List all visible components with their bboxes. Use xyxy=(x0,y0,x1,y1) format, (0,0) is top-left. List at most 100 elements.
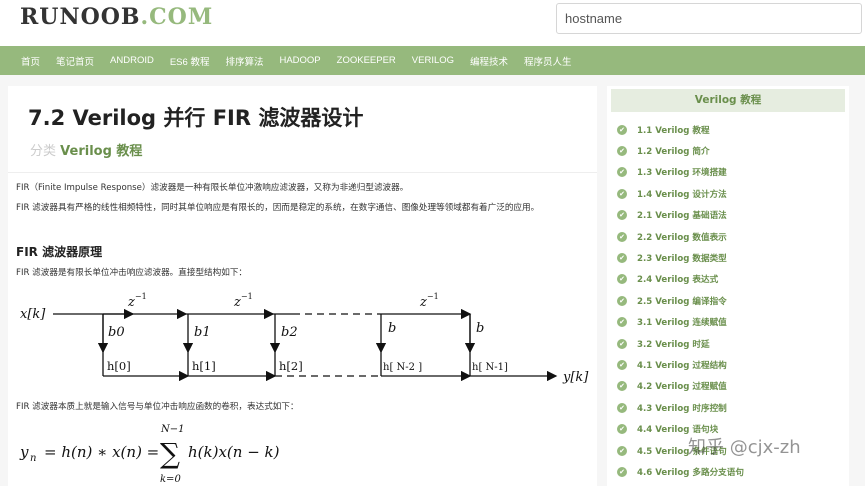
delay-label-1: z−1 xyxy=(127,292,147,310)
sidebar-item-label: 4.3 Verilog 时序控制 xyxy=(637,403,727,414)
sidebar-item-label: 2.4 Verilog 表达式 xyxy=(637,275,719,286)
sidebar-item-label: 1.2 Verilog 简介 xyxy=(637,147,710,158)
sidebar-item-3-2[interactable]: ✔ 3.2 Verilog 时延 xyxy=(607,333,849,354)
tap-label-4: h[ N-1] xyxy=(472,362,508,373)
fir-structure-diagram: x[k] y[k] z−1 z−1 z−1 b0 b1 b2 b b h[0] … xyxy=(20,292,589,385)
sidebar-item-label: 1.3 Verilog 环境搭建 xyxy=(637,168,727,179)
sidebar-item-2-4[interactable]: ✔ 2.4 Verilog 表达式 xyxy=(607,269,849,290)
nav-item-android[interactable]: ANDROID xyxy=(102,55,162,66)
coef-label-0: b0 xyxy=(108,325,125,340)
check-circle-icon: ✔ xyxy=(617,295,627,306)
check-circle-icon: ✔ xyxy=(617,338,627,349)
sidebar-item-4-1[interactable]: ✔ 4.1 Verilog 过程结构 xyxy=(607,354,849,375)
check-circle-icon: ✔ xyxy=(617,445,627,456)
check-circle-icon: ✔ xyxy=(617,274,627,285)
nav-item-programming[interactable]: 编程技术 xyxy=(462,54,516,68)
formula-rhs: = h(n) ∗ x(n) = xyxy=(44,443,159,461)
category-link[interactable]: Verilog 教程 xyxy=(60,144,142,159)
sidebar-item-1-2[interactable]: ✔ 1.2 Verilog 简介 xyxy=(607,140,849,161)
sidebar-item-3-1[interactable]: ✔ 3.1 Verilog 连续赋值 xyxy=(607,312,849,333)
feature-paragraph: FIR 滤波器具有严格的线性相频特性，同时其单位响应是有限长的，因而是稳定的系统… xyxy=(16,203,540,213)
nav-item-es6[interactable]: ES6 教程 xyxy=(162,54,218,68)
sidebar-item-label: 3.2 Verilog 时延 xyxy=(637,339,710,350)
tap-label-0: h[0] xyxy=(107,359,131,373)
logo-text-dark: RUNOOB xyxy=(20,4,141,30)
check-circle-icon: ✔ xyxy=(617,466,627,477)
tap-label-3: h[ N-2 ] xyxy=(383,362,422,373)
convolution-paragraph: FIR 滤波器本质上就是输入信号与单位冲击响应函数的卷积，表达式如下： xyxy=(16,402,299,412)
check-circle-icon: ✔ xyxy=(617,424,627,435)
check-circle-icon: ✔ xyxy=(617,146,627,157)
article-panel: 7.2 Verilog 并行 FIR 滤波器设计 分类 Verilog 教程 F… xyxy=(8,86,597,486)
formula-sum-sign: ∑ xyxy=(160,437,180,470)
nav-item-zookeeper[interactable]: ZOOKEEPER xyxy=(329,55,404,66)
category-prefix: 分类 xyxy=(30,144,57,159)
logo-text-green: .COM xyxy=(140,4,214,30)
convolution-formula: y n = h(n) ∗ x(n) = N−1 ∑ k=0 h(k)x(n − … xyxy=(19,424,280,485)
sidebar-item-1-4[interactable]: ✔ 1.4 Verilog 设计方法 xyxy=(607,183,849,204)
sidebar-item-label: 4.2 Verilog 过程赋值 xyxy=(637,382,727,393)
nav-item-hadoop[interactable]: HADOOP xyxy=(271,55,328,66)
sidebar-item-2-3[interactable]: ✔ 2.3 Verilog 数据类型 xyxy=(607,247,849,268)
input-label: x[k] xyxy=(20,307,46,322)
tap-label-2: h[2] xyxy=(279,359,303,373)
check-circle-icon: ✔ xyxy=(617,381,627,392)
check-circle-icon: ✔ xyxy=(617,359,627,370)
formula-sum-top: N−1 xyxy=(160,424,185,435)
tap-label-1: h[1] xyxy=(192,359,216,373)
delay-label-2: z−1 xyxy=(233,292,253,310)
check-circle-icon: ✔ xyxy=(617,167,627,178)
nav-item-verilog[interactable]: VERILOG xyxy=(404,55,462,66)
sidebar-item-4-6[interactable]: ✔ 4.6 Verilog 多路分支语句 xyxy=(607,461,849,482)
sidebar-item-2-5[interactable]: ✔ 2.5 Verilog 编译指令 xyxy=(607,290,849,311)
check-circle-icon: ✔ xyxy=(617,231,627,242)
formula-term: h(k)x(n − k) xyxy=(188,443,280,461)
formula-lhs-sub: n xyxy=(30,453,36,464)
sidebar-item-label: 4.1 Verilog 过程结构 xyxy=(637,360,727,371)
nav-item-sorting[interactable]: 排序算法 xyxy=(217,54,271,68)
formula-lhs: y xyxy=(19,443,29,461)
check-circle-icon: ✔ xyxy=(617,402,627,413)
coef-label-2: b2 xyxy=(281,325,298,340)
sidebar-item-4-3[interactable]: ✔ 4.3 Verilog 时序控制 xyxy=(607,397,849,418)
check-circle-icon: ✔ xyxy=(617,210,627,221)
sidebar-item-label: 1.4 Verilog 设计方法 xyxy=(637,189,727,200)
tutorial-sidebar: Verilog 教程 ✔ 1.1 Verilog 教程 ✔ 1.2 Verilog … xyxy=(607,86,849,486)
sidebar-item-label: 2.3 Verilog 数据类型 xyxy=(637,254,727,265)
top-nav: 首页 笔记首页 ANDROID ES6 教程 排序算法 HADOOP ZOOKE… xyxy=(0,46,865,75)
zhihu-watermark: 知乎 @cjx-zh xyxy=(688,437,801,458)
coef-label-4: b xyxy=(476,321,484,336)
sidebar-item-label: 4.6 Verilog 多路分支语句 xyxy=(637,467,744,478)
sidebar-item-label: 2.1 Verilog 基础语法 xyxy=(637,211,727,222)
sidebar-item-label: 2.5 Verilog 编译指令 xyxy=(637,296,727,307)
check-circle-icon: ✔ xyxy=(617,188,627,199)
coef-label-3: b xyxy=(388,321,396,336)
intro-paragraph: FIR（Finite Impulse Response）滤波器是一种有限长单位冲… xyxy=(16,183,409,193)
sidebar-item-label: 1.1 Verilog 教程 xyxy=(637,125,710,136)
sidebar-list: ✔ 1.1 Verilog 教程 ✔ 1.2 Verilog 简介 ✔ 1.3 Ver… xyxy=(607,119,849,483)
sidebar-item-2-1[interactable]: ✔ 2.1 Verilog 基础语法 xyxy=(607,205,849,226)
page-title: 7.2 Verilog 并行 FIR 滤波器设计 xyxy=(28,106,364,130)
check-circle-icon: ✔ xyxy=(617,253,627,264)
sidebar-item-label: 3.1 Verilog 连续赋值 xyxy=(637,318,727,329)
sidebar-item-1-3[interactable]: ✔ 1.3 Verilog 环境搭建 xyxy=(607,162,849,183)
sidebar-item-2-2[interactable]: ✔ 2.2 Verilog 数值表示 xyxy=(607,226,849,247)
sidebar-title: Verilog 教程 xyxy=(611,89,845,112)
site-header: RUNOOB.COM xyxy=(0,0,865,46)
check-circle-icon: ✔ xyxy=(617,317,627,328)
nav-item-programmer-life[interactable]: 程序员人生 xyxy=(516,54,580,68)
formula-sum-bottom: k=0 xyxy=(160,474,181,485)
section-heading: FIR 滤波器原理 xyxy=(16,245,103,259)
nav-item-notes[interactable]: 笔记首页 xyxy=(48,54,102,68)
article-category: 分类 Verilog 教程 xyxy=(30,140,142,159)
output-label: y[k] xyxy=(562,370,589,385)
sidebar-item-1-1[interactable]: ✔ 1.1 Verilog 教程 xyxy=(607,119,849,140)
site-logo[interactable]: RUNOOB.COM xyxy=(20,4,213,30)
delay-label-3: z−1 xyxy=(419,292,439,310)
check-circle-icon: ✔ xyxy=(617,124,627,135)
sidebar-item-label: 2.2 Verilog 数值表示 xyxy=(637,232,727,243)
nav-item-home[interactable]: 首页 xyxy=(13,54,48,68)
sidebar-item-4-2[interactable]: ✔ 4.2 Verilog 过程赋值 xyxy=(607,376,849,397)
coef-label-1: b1 xyxy=(194,325,211,340)
search-input[interactable] xyxy=(556,3,862,34)
